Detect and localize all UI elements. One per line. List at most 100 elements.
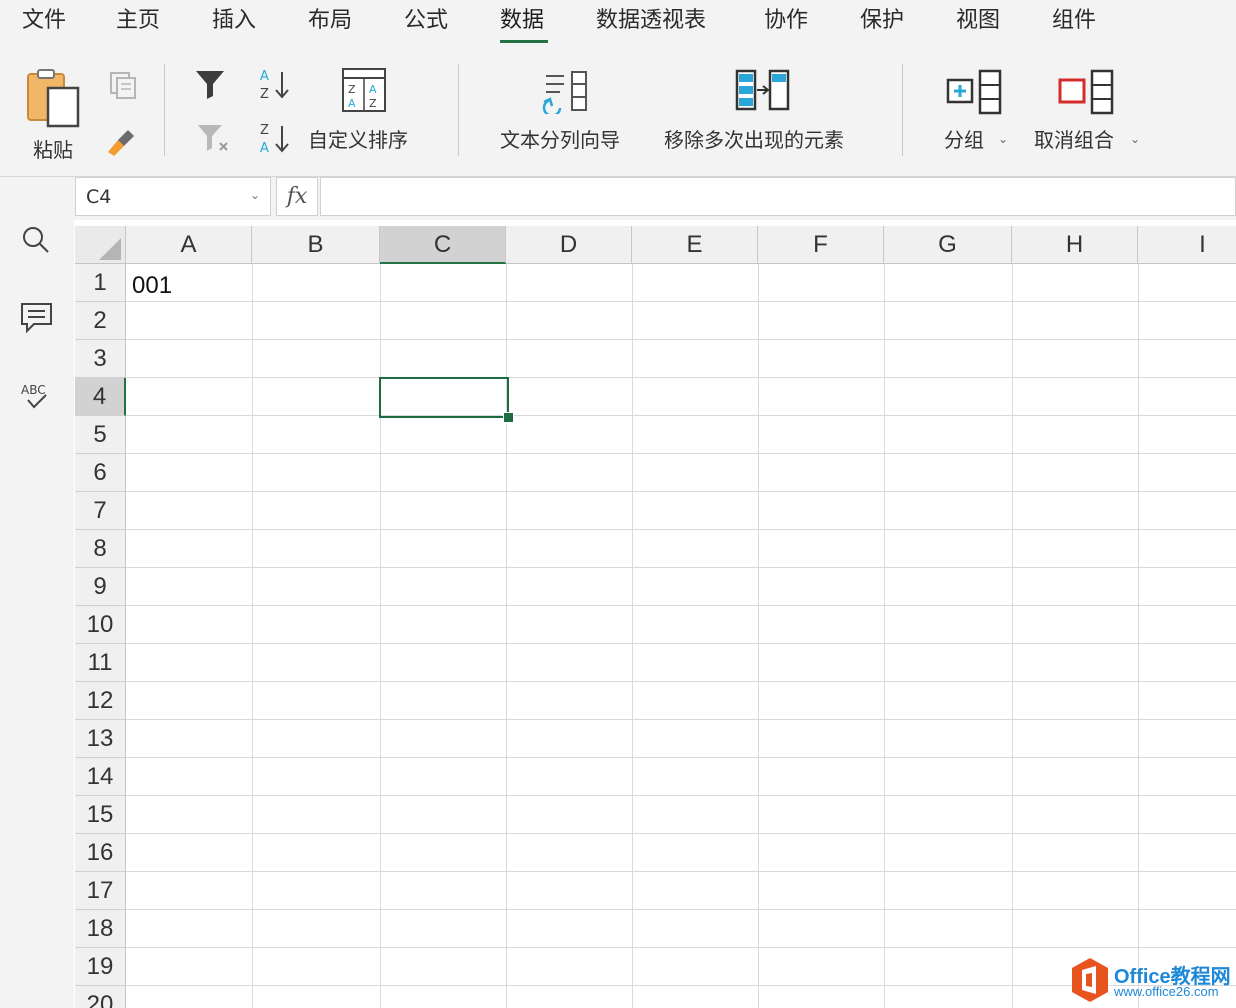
left-sidebar: ABC: [0, 220, 74, 1008]
active-cell-c4[interactable]: [379, 377, 509, 418]
custom-sort-label[interactable]: 自定义排序: [308, 124, 408, 153]
paste-button[interactable]: [22, 68, 82, 128]
text-to-columns-label[interactable]: 文本分列向导: [500, 124, 620, 153]
gridline: [1012, 264, 1013, 1008]
clipboard-icon: [27, 69, 80, 128]
ungroup-chevron-down-icon[interactable]: ⌄: [1130, 132, 1140, 146]
ungroup-button[interactable]: [1056, 68, 1116, 116]
gridline: [126, 681, 1236, 682]
format-painter-button[interactable]: [104, 126, 138, 158]
row-header-7[interactable]: 7: [75, 492, 126, 530]
row-header-6[interactable]: 6: [75, 454, 126, 492]
row-header-5[interactable]: 5: [75, 416, 126, 454]
remove-duplicates-label[interactable]: 移除多次出现的元素: [664, 124, 844, 153]
watermark: Office教程网 www.office26.com: [1070, 956, 1236, 1006]
row-header-4[interactable]: 4: [75, 378, 126, 416]
filter-button[interactable]: [194, 68, 226, 100]
clear-filter-icon: [198, 125, 228, 151]
svg-text:Z: Z: [260, 87, 269, 102]
row-header-12[interactable]: 12: [75, 682, 126, 720]
remove-duplicates-button[interactable]: [734, 68, 794, 114]
tab-collaborate[interactable]: 协作: [764, 2, 808, 34]
copy-button[interactable]: [108, 70, 138, 100]
cell-a1[interactable]: 001: [132, 272, 172, 300]
office-logo-icon: [1072, 958, 1108, 1002]
column-header-f[interactable]: F: [758, 226, 884, 264]
search-button[interactable]: [20, 224, 52, 256]
gridline: [126, 719, 1236, 720]
fill-handle[interactable]: [503, 412, 514, 423]
row-header-16[interactable]: 16: [75, 834, 126, 872]
row-header-20[interactable]: 20: [75, 986, 126, 1008]
row-header-11[interactable]: 11: [75, 644, 126, 682]
group-label[interactable]: 分组: [944, 124, 984, 153]
gridline: [126, 833, 1236, 834]
row-header-8[interactable]: 8: [75, 530, 126, 568]
row-header-10[interactable]: 10: [75, 606, 126, 644]
row-header-14[interactable]: 14: [75, 758, 126, 796]
ungroup-label[interactable]: 取消组合: [1034, 124, 1114, 153]
tab-formulas[interactable]: 公式: [404, 2, 448, 34]
spell-check-button[interactable]: ABC: [20, 380, 54, 412]
row-header-13[interactable]: 13: [75, 720, 126, 758]
row-header-17[interactable]: 17: [75, 872, 126, 910]
row-header-18[interactable]: 18: [75, 910, 126, 948]
comments-button[interactable]: [20, 302, 54, 334]
column-header-d[interactable]: D: [506, 226, 632, 264]
insert-function-button[interactable]: fx: [276, 177, 318, 216]
tab-protect[interactable]: 保护: [860, 2, 904, 34]
ribbon-separator: [902, 64, 903, 156]
svg-text:Z: Z: [369, 97, 377, 110]
column-header-e[interactable]: E: [632, 226, 758, 264]
gridline: [126, 909, 1236, 910]
row-header-15[interactable]: 15: [75, 796, 126, 834]
text-to-columns-icon: [542, 71, 587, 117]
gridline: [884, 264, 885, 1008]
text-to-columns-button[interactable]: [540, 68, 592, 117]
clear-filter-button[interactable]: [196, 122, 232, 154]
row-header-19[interactable]: 19: [75, 948, 126, 986]
tab-layout[interactable]: 布局: [308, 2, 352, 34]
ribbon: 粘贴 A Z Z A Z A A Z 自定义排序 文本分列向导 移除多次出现的元…: [0, 46, 1236, 177]
group-chevron-down-icon[interactable]: ⌄: [998, 132, 1008, 146]
row-header-1[interactable]: 1: [75, 264, 126, 302]
svg-text:A: A: [369, 83, 377, 96]
column-header-g[interactable]: G: [884, 226, 1012, 264]
tab-pivot-table[interactable]: 数据透视表: [596, 2, 706, 34]
tab-data[interactable]: 数据: [500, 2, 544, 34]
row-header-9[interactable]: 9: [75, 568, 126, 606]
gridline: [126, 567, 1236, 568]
column-header-b[interactable]: B: [252, 226, 380, 264]
formula-input[interactable]: [320, 177, 1236, 216]
tab-file[interactable]: 文件: [22, 2, 66, 34]
funnel-icon: [196, 71, 224, 99]
gridline: [126, 415, 1236, 416]
row-header-2[interactable]: 2: [75, 302, 126, 340]
column-header-c[interactable]: C: [380, 226, 506, 264]
tab-insert[interactable]: 插入: [212, 2, 256, 34]
tab-view[interactable]: 视图: [956, 2, 1000, 34]
tab-home[interactable]: 主页: [116, 2, 160, 34]
sort-ascending-button[interactable]: A Z: [258, 66, 294, 102]
select-all-corner[interactable]: [75, 226, 126, 264]
gridline: [126, 757, 1236, 758]
column-header-i[interactable]: I: [1138, 226, 1236, 264]
svg-text:Z: Z: [348, 83, 356, 96]
column-header-h[interactable]: H: [1012, 226, 1138, 264]
svg-text:A: A: [260, 141, 269, 156]
gridline: [506, 264, 507, 1008]
gridline: [126, 453, 1236, 454]
name-box-chevron-down-icon[interactable]: ⌄: [250, 188, 260, 202]
name-box[interactable]: C4 ⌄: [75, 177, 271, 216]
gridline: [126, 605, 1236, 606]
search-icon: [23, 227, 49, 253]
row-header-3[interactable]: 3: [75, 340, 126, 378]
group-button[interactable]: [944, 68, 1004, 116]
custom-sort-button[interactable]: Z A A Z: [340, 66, 388, 114]
remove-duplicates-icon: [735, 69, 790, 111]
sort-descending-button[interactable]: Z A: [258, 120, 294, 156]
watermark-url: www.office26.com: [1114, 984, 1219, 999]
tab-widgets[interactable]: 组件: [1052, 2, 1096, 34]
comment-icon: [21, 303, 52, 334]
column-header-a[interactable]: A: [126, 226, 252, 264]
